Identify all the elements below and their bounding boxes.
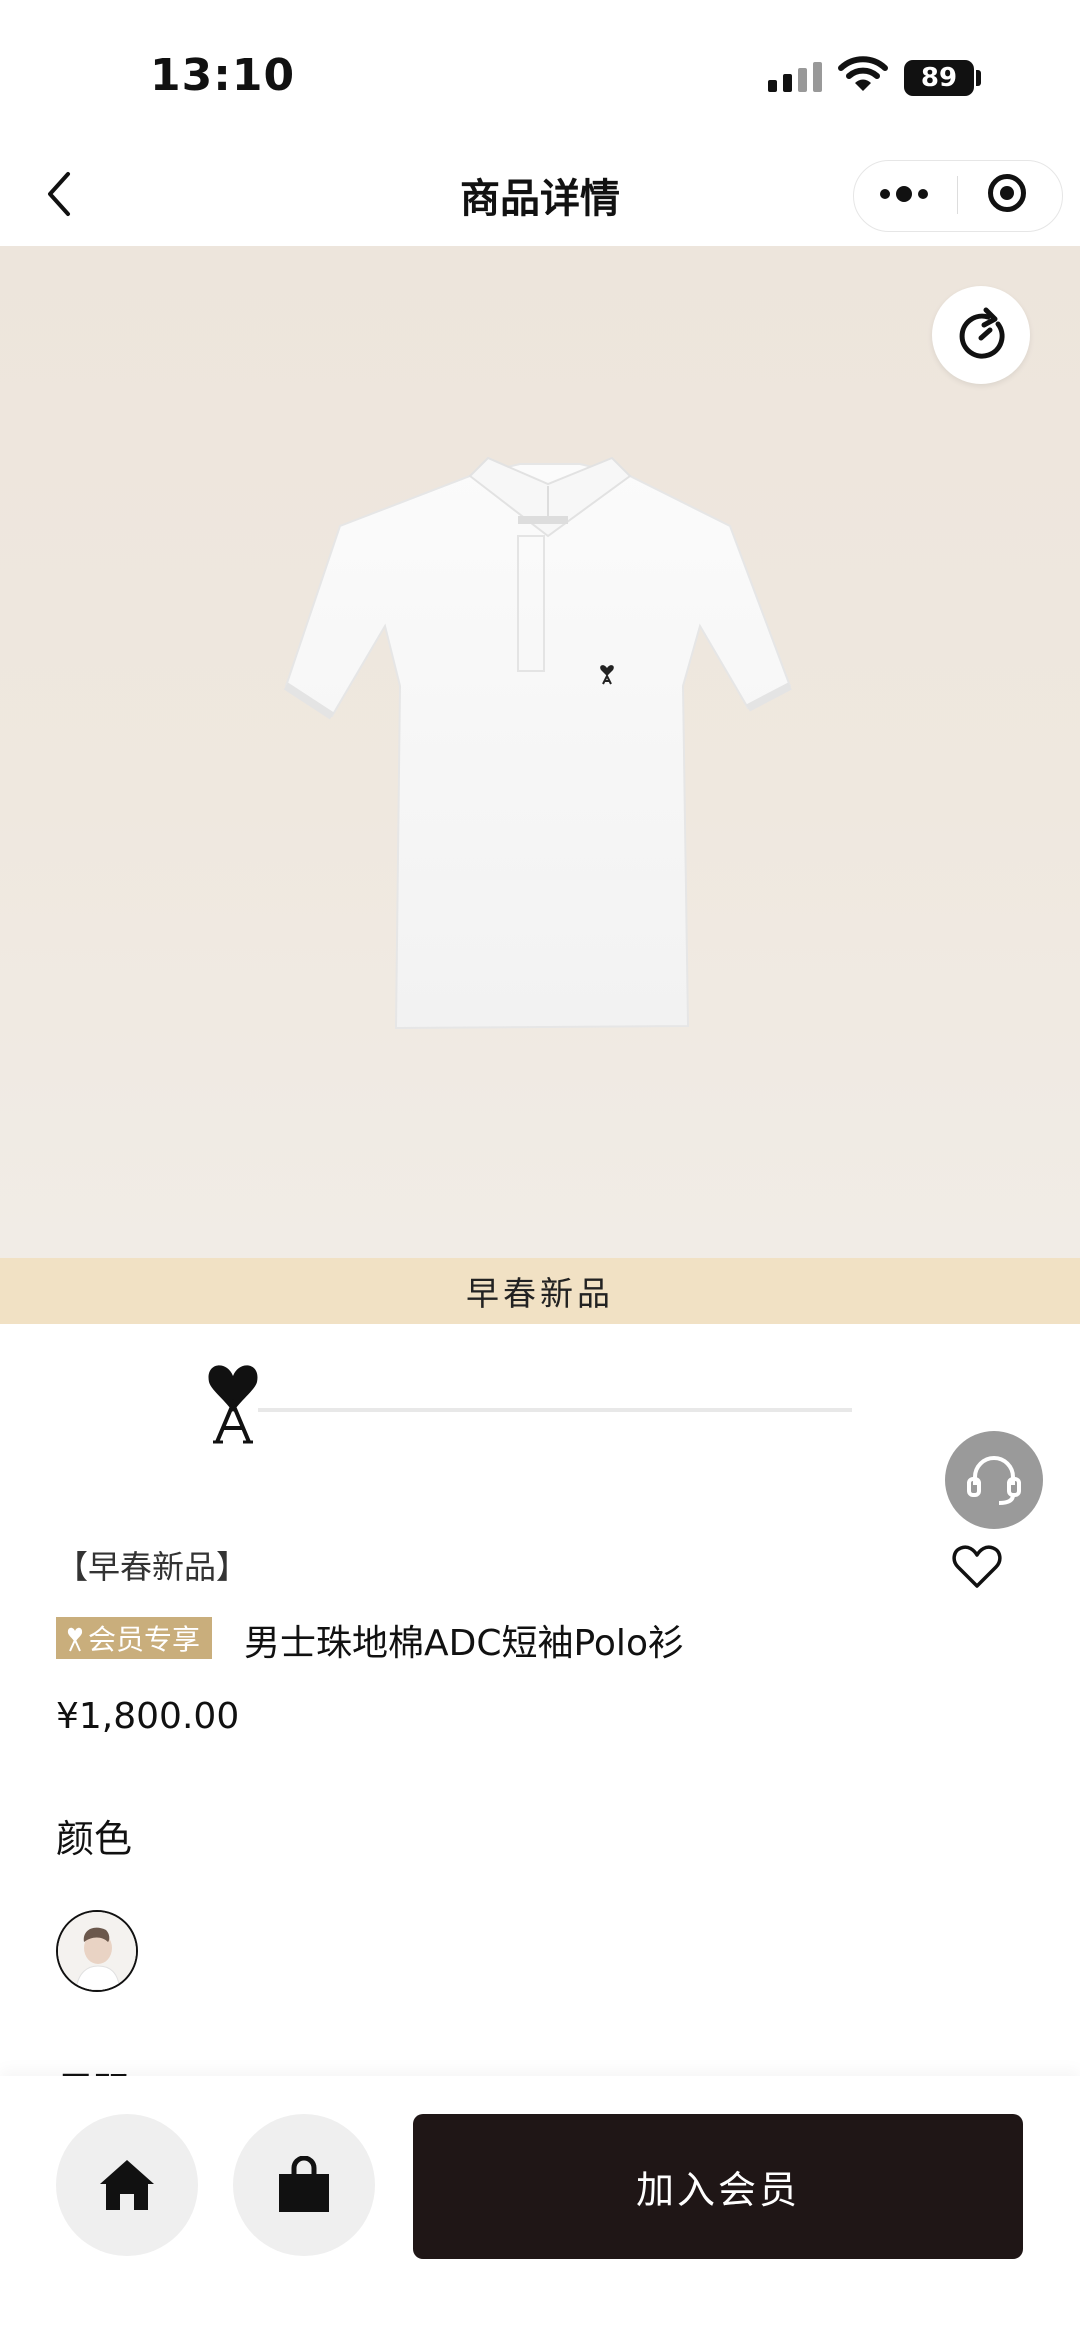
heart-icon[interactable]: [950, 1544, 1004, 1596]
status-time: 13:10: [150, 50, 296, 101]
brand-logo-icon: [205, 1360, 261, 1444]
more-dots-icon[interactable]: [880, 186, 928, 202]
product-price: ¥1,800.00: [56, 1696, 240, 1737]
customer-service-icon[interactable]: [945, 1431, 1043, 1529]
color-label: 颜色: [56, 1817, 133, 1861]
join-member-button[interactable]: 加入会员: [413, 2114, 1023, 2259]
battery-tip: [976, 70, 981, 86]
close-target-dot: [1000, 186, 1014, 200]
image-slider-track[interactable]: [258, 1408, 852, 1412]
color-swatch[interactable]: [56, 1910, 138, 1992]
shopping-bag-icon: [279, 2156, 329, 2212]
shopping-bag-button[interactable]: [233, 2114, 375, 2256]
home-icon: [100, 2160, 154, 2210]
member-exclusive-badge: 会员专享: [56, 1617, 213, 1659]
battery-indicator: 89: [904, 60, 974, 96]
product-image[interactable]: [0, 246, 1080, 1258]
product-sub-tag: 【早春新品】: [56, 1548, 249, 1586]
signal-icon: [768, 62, 822, 92]
refresh-icon[interactable]: [932, 286, 1030, 384]
wifi-icon: [838, 56, 888, 98]
home-button[interactable]: [56, 2114, 198, 2256]
member-badge-label: 会员专享: [88, 1623, 201, 1656]
product-title: 男士珠地棉ADC短袖Polo衫: [244, 1623, 684, 1664]
member-badge-icon: [67, 1627, 83, 1652]
capsule-divider: [957, 176, 958, 214]
new-arrival-banner: 早春新品: [0, 1258, 1080, 1324]
